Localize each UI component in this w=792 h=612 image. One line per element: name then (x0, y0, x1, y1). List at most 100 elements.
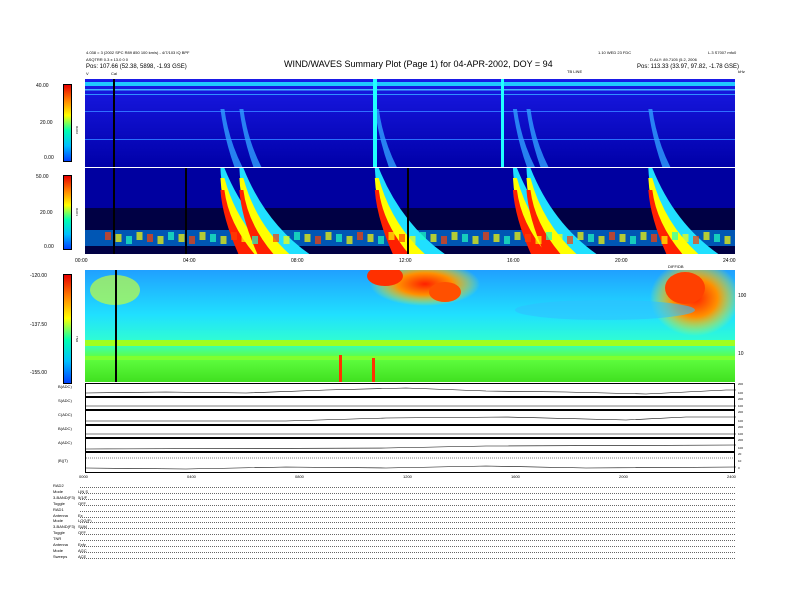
bottom-tick-0: 0000 (79, 474, 88, 479)
status-dotted-line (80, 546, 735, 547)
header-right-line3: Pos: 113.33 (33.97, 97.82, -1.78 GSE) (637, 64, 739, 70)
rad1-noise-mark (357, 232, 363, 240)
rad1-noise-mark (115, 234, 122, 242)
rad1-noise-mark (325, 232, 332, 240)
status-key: Antenna (53, 512, 68, 518)
tnr-tick-mid: -137.50 (30, 322, 47, 328)
header-far-right: L.3 S7007 mfo0 (708, 50, 737, 55)
ts-tick-6a: 20 (738, 452, 742, 456)
rad1-noise-mark (136, 232, 143, 240)
status-dotted-line (80, 487, 735, 488)
rad1-noise-mark (630, 236, 636, 244)
ts-tick-1b: 100 (738, 391, 744, 395)
rad1-noise-mark (546, 232, 552, 240)
ts-tick-5b: 100 (738, 446, 744, 450)
ts-panel-5 (85, 438, 736, 452)
ts-panel-6 (85, 452, 736, 473)
rad1-noise-mark (556, 234, 563, 242)
rad1-noise-mark (346, 236, 353, 244)
rad1-noise-mark (588, 234, 594, 242)
rad1-noise-mark (724, 236, 731, 244)
rad1-noise-mark (661, 236, 668, 244)
rad1-noise-mark (157, 236, 164, 244)
rad1-noise-mark (693, 236, 699, 244)
rad1-tick-mid: 20.00 (40, 210, 53, 216)
status-dotted-line (80, 540, 735, 542)
ts-tick-4a: 200 (738, 425, 744, 429)
rad1-noise-mark (147, 234, 153, 242)
rad1-noise-mark (399, 234, 405, 242)
cal-label: Cal (111, 71, 118, 76)
status-dotted-line (80, 516, 735, 518)
time-tick-0: 00:00 (75, 258, 88, 264)
rad1-noise-mark (262, 232, 269, 240)
header-left-line1: 4.038 = 3 (2002 SPC R89 850 100 km/s) - … (86, 50, 190, 55)
rad1-noise-mark (273, 234, 279, 242)
rad1-noise-mark (336, 234, 342, 242)
ts-panel-2 (85, 397, 736, 410)
time-tick-4: 16:00 (507, 258, 520, 264)
bottom-tick-4: 1600 (511, 474, 520, 479)
status-value: LOG(F) (78, 518, 92, 524)
status-key: Toggle (53, 530, 65, 536)
v-label: V (86, 71, 89, 76)
rad1-noise-mark (210, 234, 216, 242)
status-dotted-line (80, 498, 735, 500)
tb-line-label: TB LINE (567, 69, 583, 74)
ts-label-1: B(ADC) (58, 384, 72, 389)
status-value: 5/1/F (78, 494, 88, 500)
ts-label-6: |B|(T) (58, 458, 68, 463)
rad1-noise-mark (567, 236, 573, 244)
status-value: ACE (78, 553, 87, 559)
ts-tick-6b: 10 (738, 459, 742, 463)
rad1-noise-mark (598, 236, 605, 244)
rad1-noise-mark (483, 232, 489, 240)
status-dotted-line (80, 510, 735, 512)
rad1-spectrogram (85, 168, 735, 254)
time-tick-3: 12:00 (399, 258, 412, 264)
rad1-noise-mark (315, 236, 321, 244)
rad1-noise-mark (640, 232, 647, 240)
status-dotted-line (80, 504, 735, 506)
rad1-noise-mark (714, 234, 720, 242)
tnr-colorbar (63, 274, 72, 384)
tnr-label: TNR (75, 336, 79, 343)
rad1-noise-mark (504, 236, 510, 244)
rad1-noise-mark (252, 236, 258, 244)
rad2-spectrogram (85, 79, 735, 167)
status-dotted-line (80, 551, 735, 553)
bottom-tick-1: 0400 (187, 474, 196, 479)
ts-tick-3a: 200 (738, 410, 744, 414)
bottom-tick-3: 1200 (403, 474, 412, 479)
ts-tick-1a: 200 (738, 382, 744, 386)
status-key: Toggle (53, 500, 65, 506)
rad1-noise-mark (367, 234, 374, 242)
rad1-tick-top: 50.00 (36, 174, 49, 180)
rad1-noise-mark (619, 234, 626, 242)
bottom-time-axis: 0000 0400 0800 1200 1600 2000 2400 (79, 474, 736, 483)
tnr-tick-bottom: -155.00 (30, 370, 47, 376)
rad1-noise-mark (241, 234, 248, 242)
tnr-right-tick-10: 10 (738, 351, 744, 357)
tnr-right-tick-100: 100 (738, 293, 747, 299)
tnr-spectrogram (85, 270, 735, 382)
status-dotted-line (80, 492, 735, 494)
rad1-noise-mark (493, 234, 500, 242)
status-key: Antenna (53, 542, 68, 547)
ts-tick-5a: 200 (738, 438, 744, 442)
bottom-tick-5: 2000 (619, 474, 628, 479)
status-value: AGC (78, 547, 87, 553)
header-left-line3: Pos: 107.66 (52.38, 5898, -1.93 GSE) (86, 64, 187, 70)
ts-panel-3 (85, 410, 736, 425)
rad1-noise-mark (231, 232, 237, 240)
ts-label-5: A(ADC) (58, 440, 72, 445)
rad1-noise-mark (682, 234, 689, 242)
time-tick-5: 20:00 (615, 258, 628, 264)
rad2-label: RAD2 (75, 126, 79, 135)
status-key: Mode (53, 488, 64, 494)
rad1-noise-mark (220, 236, 227, 244)
rad1-noise-mark (304, 234, 311, 242)
status-key: 3-BAND(F3) (53, 524, 76, 530)
tnr-tick-top: -120.00 (30, 273, 47, 279)
rad1-noise-mark (472, 236, 479, 244)
